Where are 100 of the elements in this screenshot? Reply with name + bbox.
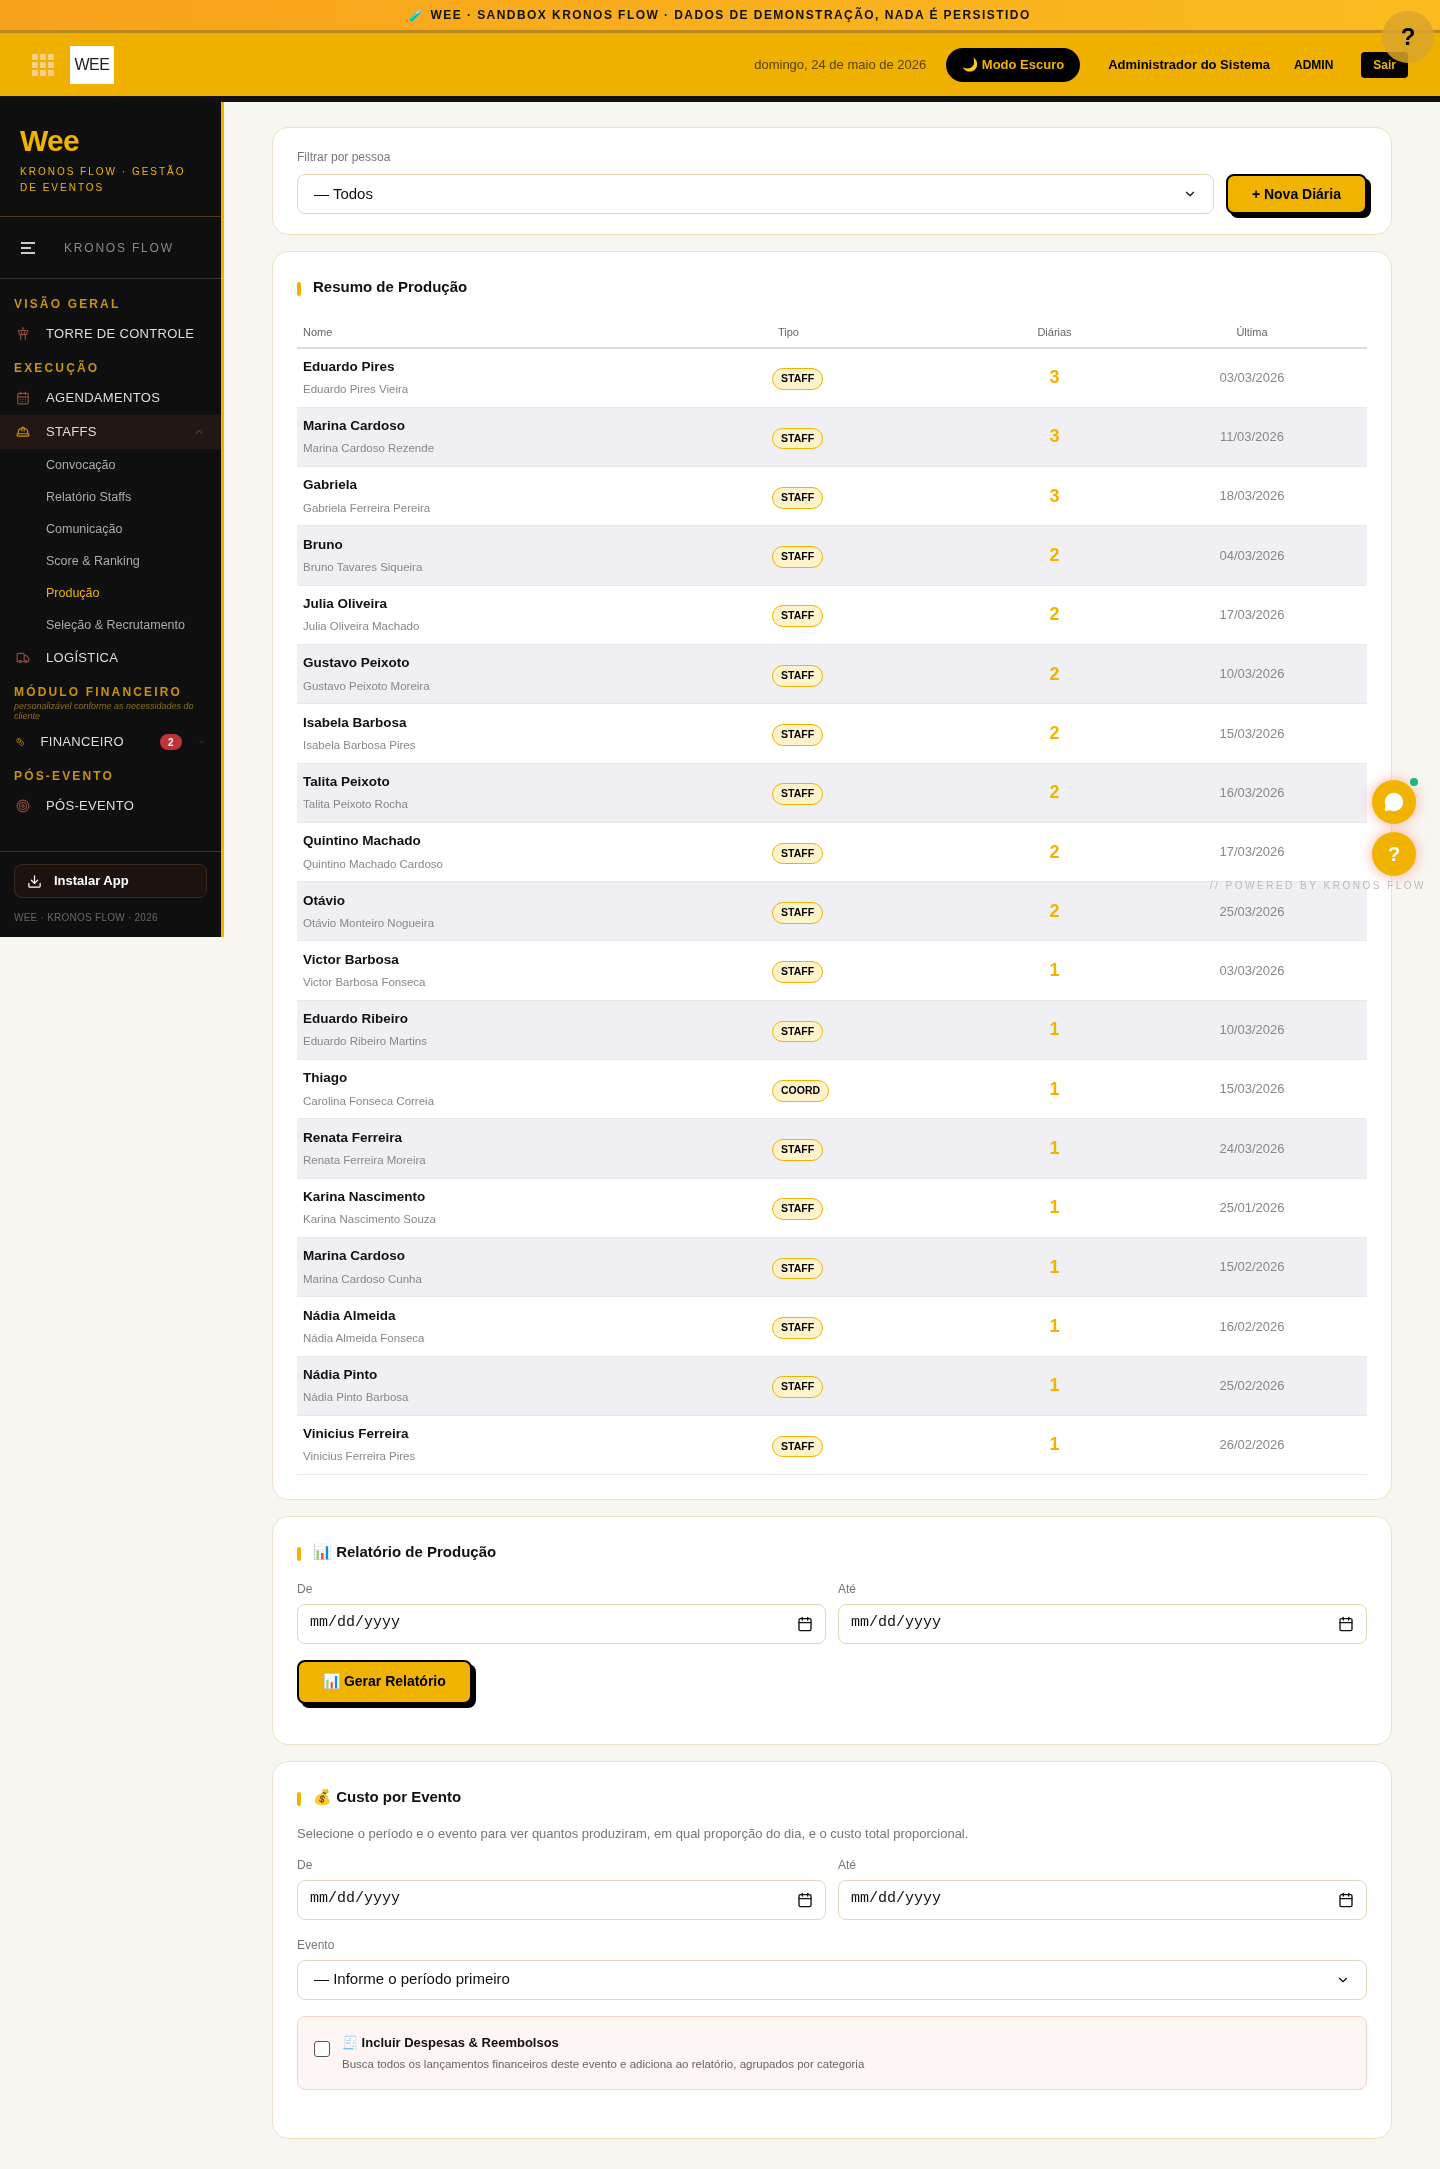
last-date: 03/03/2026 (1218, 961, 1286, 980)
last-date: 10/03/2026 (1218, 1021, 1286, 1040)
daily-count: 1 (1048, 1255, 1061, 1279)
count-badge: 2 (159, 734, 182, 750)
nav-subitem[interactable]: Convocação (0, 449, 221, 481)
nav-group[interactable]: FINANCEIRO 2 (0, 725, 221, 759)
card-description: Selecione o período e o evento para ver quantos produziram, em qual proporção do dia, e o custo total proporcional. (297, 1825, 970, 1844)
daily-count: 3 (1048, 425, 1061, 449)
last-date: 04/03/2026 (1218, 546, 1286, 565)
field-label: De (297, 1580, 314, 1598)
type-tag: STAFF (772, 901, 824, 924)
nav-item[interactable]: LOGÍSTICA (0, 641, 221, 675)
calendar-icon (1338, 1615, 1354, 1632)
field-label: Filtrar por pessoa (297, 149, 392, 166)
last-date: 15/02/2026 (1218, 1258, 1286, 1277)
last-date: 17/03/2026 (1218, 606, 1286, 625)
type-tag: STAFF (772, 368, 824, 390)
last-date: 26/02/2026 (1218, 1436, 1286, 1455)
user-role: ADMIN (1294, 56, 1334, 74)
checkbox-hint: Busca todos os lançamentos financeiros deste evento e adiciona ao relatório, agrupados por categoria (342, 2057, 865, 2073)
card-title: 📊 Relatório de Produção (313, 1542, 497, 1563)
field-label: Evento (297, 1936, 336, 1954)
daily-count: 2 (1048, 781, 1061, 805)
nav-icon (16, 391, 30, 405)
person-select[interactable]: — Todos (297, 174, 1214, 214)
nav-icon (16, 425, 30, 439)
menu-label: KRONOS FLOW (64, 239, 174, 257)
nav-icon (16, 735, 25, 749)
type-tag: STAFF (772, 1435, 824, 1458)
column-header: Nome (302, 325, 334, 341)
daily-count: 2 (1048, 721, 1061, 745)
daily-count: 1 (1048, 959, 1061, 983)
person-full-name: Marina Cardoso Rezende (303, 441, 436, 457)
date-field[interactable]: mm/dd/yyyy (838, 1879, 1367, 1920)
person-full-name: Gabriela Ferreira Pereira (303, 500, 432, 516)
person-name: Victor Barbosa (303, 950, 400, 969)
daily-count: 1 (1048, 1314, 1061, 1338)
person-full-name: Bruno Tavares Siqueira (303, 560, 424, 576)
daily-count: 1 (1048, 1077, 1061, 1101)
event-select[interactable]: — Informe o período primeiro (297, 1959, 1367, 2000)
nav-subitem[interactable]: Seleção & Recrutamento (0, 609, 221, 641)
last-date: 17/03/2026 (1218, 843, 1286, 862)
last-date: 25/03/2026 (1218, 902, 1286, 921)
type-tag: STAFF (772, 486, 824, 509)
nav-label: FINANCEIRO (40, 733, 124, 752)
column-header: Diárias (1036, 325, 1073, 341)
type-tag: STAFF (772, 724, 824, 746)
nav-icon (16, 799, 30, 813)
type-tag: STAFF (772, 783, 824, 806)
last-date: 16/02/2026 (1218, 1317, 1286, 1336)
nav-item[interactable]: AGENDAMENTOS (0, 381, 221, 415)
field-label: Até (838, 1580, 857, 1598)
type-tag: STAFF (772, 842, 824, 865)
type-tag: STAFF (772, 961, 824, 983)
menu-icon[interactable] (20, 241, 36, 254)
last-date: 18/03/2026 (1218, 487, 1286, 506)
person-name: Thiago (303, 1069, 349, 1088)
type-tag: STAFF (772, 1376, 824, 1399)
daily-count: 2 (1048, 840, 1061, 864)
nav-icon (16, 651, 30, 665)
last-date: 24/03/2026 (1218, 1139, 1286, 1158)
chat-icon (1384, 792, 1404, 812)
install-button[interactable]: Instalar App (14, 864, 207, 898)
nav-subitem[interactable]: Comunicação (0, 513, 221, 545)
person-full-name: Renata Ferreira Moreira (303, 1153, 427, 1168)
type-tag: STAFF (772, 1257, 824, 1280)
person-name: Vinicius Ferreira (303, 1425, 410, 1444)
column-header: Tipo (777, 325, 800, 341)
last-date: 11/03/2026 (1218, 428, 1286, 447)
nav-item[interactable]: TORRE DE CONTROLE (0, 317, 221, 351)
brand-tagline: KRONOS FLOW · GESTÃO DE EVENTOS (20, 164, 187, 195)
person-full-name: Isabela Barbosa Pires (303, 737, 417, 753)
nav-group[interactable]: STAFFS (0, 415, 221, 449)
person-name: Renata Ferreira (303, 1128, 404, 1147)
sidebar-footer: WEE · KRONOS FLOW · 2026 (14, 910, 207, 925)
section-note: personalizável conforme as necessidades do cliente (13, 701, 195, 721)
download-icon (27, 873, 42, 889)
date-field[interactable]: mm/dd/yyyy (297, 1879, 826, 1920)
nav-subitem[interactable]: Produção (0, 577, 221, 609)
nav-subitem[interactable]: Score & Ranking (0, 545, 221, 577)
daily-count: 1 (1048, 1196, 1061, 1220)
user-name: Administrador do Sistema (1108, 55, 1270, 74)
powered-by-text: // POWERED BY KRONOS FLOW (1209, 879, 1426, 893)
nav-item[interactable]: PÓS-EVENTO (0, 789, 221, 823)
daily-count: 2 (1048, 899, 1061, 923)
last-date: 10/03/2026 (1218, 665, 1286, 684)
dark-mode-button[interactable]: 🌙 Modo Escuro (946, 47, 1081, 82)
nav-subitem[interactable]: Relatório Staffs (0, 481, 221, 513)
person-full-name: Marina Cardoso Cunha (303, 1271, 423, 1287)
date-field[interactable]: mm/dd/yyyy (838, 1603, 1367, 1644)
person-name: Bruno (303, 535, 344, 554)
expenses-checkbox[interactable] (314, 2040, 330, 2057)
person-name: Karina Nascimento (303, 1188, 427, 1207)
daily-count: 2 (1048, 603, 1061, 627)
last-date: 16/03/2026 (1218, 783, 1286, 802)
last-date: 15/03/2026 (1218, 724, 1286, 743)
daily-count: 3 (1048, 366, 1061, 390)
person-name: Marina Cardoso (303, 417, 407, 436)
person-name: Gabriela (303, 476, 359, 495)
date-field[interactable]: mm/dd/yyyy (297, 1603, 826, 1644)
